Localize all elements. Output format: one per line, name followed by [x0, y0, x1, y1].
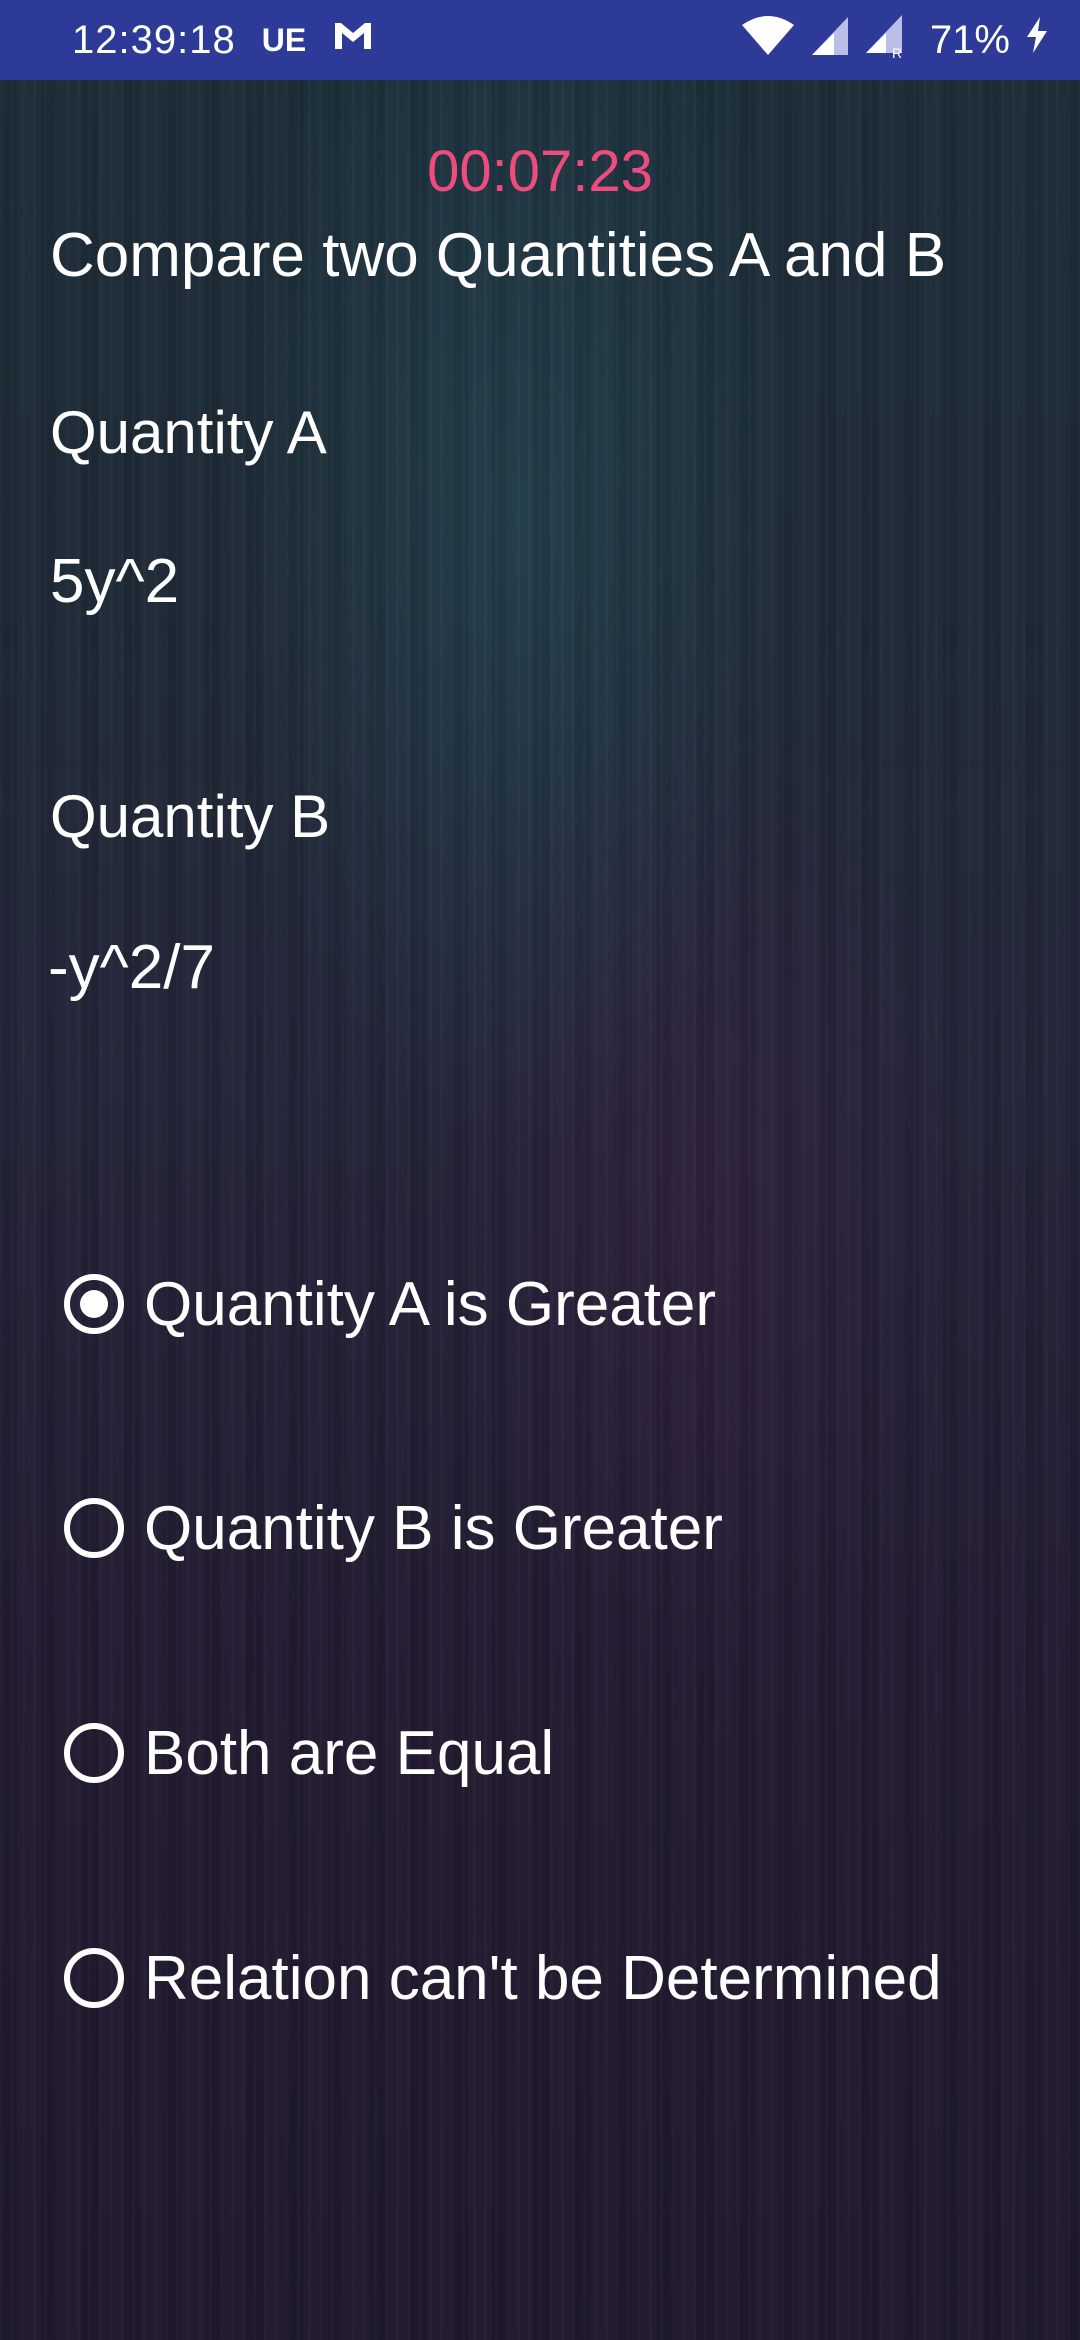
option-quantity-a-greater[interactable]: Quantity A is Greater: [64, 1264, 716, 1344]
wifi-icon: [740, 13, 796, 67]
radio-button[interactable]: [64, 1723, 124, 1783]
option-label: Relation can't be Determined: [144, 1943, 942, 2013]
battery-percent: 71%: [929, 17, 1010, 62]
signal-roaming-icon: R: [864, 11, 908, 69]
option-label: Quantity A is Greater: [144, 1269, 717, 1339]
option-relation-undetermined[interactable]: Relation can't be Determined: [64, 1938, 942, 2018]
radio-button-selected[interactable]: [64, 1274, 124, 1334]
option-label: Quantity B is Greater: [144, 1493, 723, 1563]
countdown-timer: 00:07:23: [427, 139, 653, 204]
status-time: 12:39:18: [72, 17, 236, 62]
quantity-a-label: Quantity A: [50, 399, 327, 466]
status-bar: 12:39:18 UE R 71%: [0, 0, 1080, 80]
option-label: Both are Equal: [144, 1718, 555, 1788]
question-title: Compare two Quantities A and B: [50, 221, 947, 290]
quantity-a-value: 5y^2: [50, 547, 180, 616]
option-both-equal[interactable]: Both are Equal: [64, 1713, 554, 1793]
quantity-b-value: -y^2/7: [48, 933, 215, 1002]
option-quantity-b-greater[interactable]: Quantity B is Greater: [64, 1488, 723, 1568]
quantity-b-label: Quantity B: [50, 783, 331, 850]
signal-icon: [810, 13, 850, 67]
charging-icon: [1024, 15, 1050, 65]
gmail-icon: [332, 18, 374, 63]
svg-text:R: R: [892, 45, 902, 59]
carrier-badge: UE: [261, 21, 307, 58]
radio-button[interactable]: [64, 1498, 124, 1558]
radio-button[interactable]: [64, 1948, 124, 2008]
